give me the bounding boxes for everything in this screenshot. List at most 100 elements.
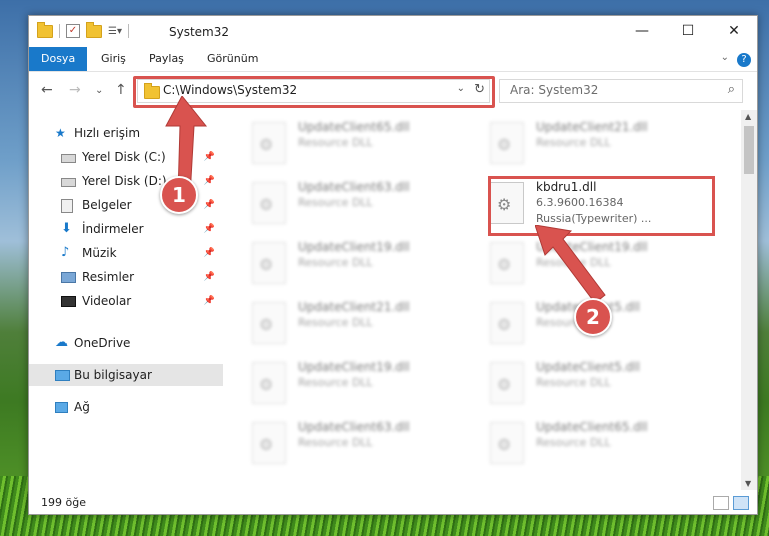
- window-title: System32: [169, 25, 230, 39]
- scroll-down-icon[interactable]: ▼: [745, 479, 751, 488]
- pin-icon[interactable]: 📌: [204, 242, 215, 264]
- file-name: UpdateClient63.dll: [298, 180, 410, 194]
- gear-icon: ⚙: [497, 435, 512, 454]
- sidebar-item-label: Resimler: [82, 270, 135, 284]
- dll-file-icon: ⚙: [490, 302, 524, 344]
- search-icon[interactable]: ⌕: [728, 82, 735, 97]
- sidebar-item-label: Belgeler: [82, 198, 132, 212]
- back-icon[interactable]: ←: [41, 82, 53, 98]
- sidebar-item-label: Yerel Disk (D:): [82, 174, 167, 188]
- search-placeholder: Ara: System32: [510, 83, 599, 97]
- tiles-view-icon[interactable]: [733, 496, 749, 510]
- file-tile[interactable]: ⚙ UpdateClient21.dll Resource DLL: [462, 118, 682, 166]
- sidebar-item-videos[interactable]: Videolar 📌: [29, 290, 223, 312]
- window-controls: — ☐ ✕: [619, 16, 757, 47]
- tab-view[interactable]: Görünüm: [197, 47, 268, 71]
- maximize-button[interactable]: ☐: [665, 16, 711, 47]
- recent-locations-icon[interactable]: ⌄: [95, 85, 103, 96]
- sidebar-item-label: Yerel Disk (C:): [82, 150, 166, 164]
- sidebar-item-label: Müzik: [82, 246, 117, 260]
- file-tile[interactable]: ⚙ UpdateClient5.dll Resource DLL: [462, 358, 682, 406]
- file-name: UpdateClient19.dll: [298, 240, 410, 254]
- download-icon: ⬇: [61, 221, 72, 236]
- file-name: UpdateClient65.dll: [536, 420, 648, 434]
- drive-icon: [61, 178, 76, 187]
- cloud-icon: ☁: [55, 335, 68, 350]
- customize-toolbar-icon[interactable]: ☰▾: [108, 26, 122, 37]
- pin-icon[interactable]: 📌: [204, 290, 215, 312]
- gear-icon: ⚙: [259, 375, 274, 394]
- dll-file-icon: ⚙: [490, 122, 524, 164]
- sidebar-item-label: İndirmeler: [82, 222, 144, 236]
- drive-icon: [61, 154, 76, 163]
- scrollbar-thumb[interactable]: [744, 126, 754, 174]
- scroll-up-icon[interactable]: ▲: [745, 112, 751, 121]
- sidebar-item-label: Bu bilgisayar: [74, 368, 152, 382]
- gear-icon: ⚙: [497, 135, 512, 154]
- dll-file-icon: ⚙: [490, 362, 524, 404]
- tab-file[interactable]: Dosya: [29, 47, 88, 71]
- file-list: ⚙ UpdateClient65.dll Resource DLL ⚙ Upda…: [224, 110, 739, 490]
- help-icon[interactable]: ?: [737, 53, 751, 67]
- file-tile[interactable]: ⚙ UpdateClient65.dll Resource DLL: [462, 418, 682, 466]
- sidebar-item-onedrive[interactable]: ☁ OneDrive: [29, 332, 223, 354]
- search-input[interactable]: Ara: System32 ⌕: [499, 79, 743, 103]
- vertical-scrollbar[interactable]: ▲ ▼: [741, 110, 757, 490]
- star-icon: ★: [55, 126, 66, 140]
- sidebar-item-downloads[interactable]: ⬇ İndirmeler 📌: [29, 218, 223, 240]
- sidebar-item-this-pc[interactable]: Bu bilgisayar: [29, 364, 223, 386]
- sidebar-item-music[interactable]: ♪ Müzik 📌: [29, 242, 223, 264]
- forward-icon[interactable]: →: [69, 82, 81, 98]
- file-type: Resource DLL: [298, 316, 373, 329]
- file-explorer-window: ✓ ☰▾ System32 — ☐ ✕ Dosya Giriş Paylaş G…: [28, 15, 758, 515]
- sidebar-item-label: OneDrive: [74, 336, 131, 350]
- file-type: Resource DLL: [298, 436, 373, 449]
- sidebar-item-label: Hızlı erişim: [74, 126, 141, 140]
- file-name: UpdateClient21.dll: [536, 120, 648, 134]
- dll-file-icon: ⚙: [490, 242, 524, 284]
- file-tile[interactable]: ⚙ UpdateClient63.dll Resource DLL: [224, 418, 444, 466]
- file-type: Resource DLL: [298, 376, 373, 389]
- sidebar-item-pictures[interactable]: Resimler 📌: [29, 266, 223, 288]
- file-type: Resource DLL: [536, 376, 611, 389]
- tab-share[interactable]: Paylaş: [139, 47, 194, 71]
- file-type: Resource DLL: [536, 136, 611, 149]
- sidebar-item-network[interactable]: Ağ: [29, 396, 223, 418]
- dll-file-icon: ⚙: [252, 422, 286, 464]
- file-name: UpdateClient63.dll: [298, 420, 410, 434]
- toolbar-separator: [59, 24, 60, 38]
- tab-home[interactable]: Giriş: [91, 47, 136, 71]
- pin-icon[interactable]: 📌: [204, 266, 215, 288]
- gear-icon: ⚙: [259, 255, 274, 274]
- ribbon-tabs: Dosya Giriş Paylaş Görünüm ⌄ ?: [29, 47, 757, 72]
- file-name: UpdateClient65.dll: [298, 120, 410, 134]
- file-tile[interactable]: ⚙ UpdateClient21.dll Resource DLL: [224, 298, 444, 346]
- file-name: UpdateClient19.dll: [298, 360, 410, 374]
- pin-icon[interactable]: 📌: [204, 218, 215, 240]
- navigation-bar: ← → ⌄ ↑ C:\Windows\System32 ⌄ ↻ Ara: Sys…: [29, 72, 757, 110]
- close-button[interactable]: ✕: [711, 16, 757, 47]
- up-icon[interactable]: ↑: [115, 82, 127, 98]
- gear-icon: ⚙: [497, 315, 512, 334]
- dll-file-icon: ⚙: [252, 302, 286, 344]
- toolbar-separator: [127, 24, 129, 38]
- gear-icon: ⚙: [259, 315, 274, 334]
- sidebar-item-label: Videolar: [82, 294, 132, 308]
- file-type: Resource DLL: [298, 136, 373, 149]
- gear-icon: ⚙: [259, 195, 274, 214]
- file-tile[interactable]: ⚙ UpdateClient19.dll Resource DLL: [224, 358, 444, 406]
- file-tile[interactable]: ⚙ UpdateClient65.dll Resource DLL: [224, 118, 444, 166]
- view-switcher: [713, 496, 749, 510]
- expand-ribbon-icon[interactable]: ⌄: [721, 52, 729, 63]
- properties-icon[interactable]: ✓: [66, 24, 80, 38]
- file-tile[interactable]: ⚙ UpdateClient63.dll Resource DLL: [224, 178, 444, 226]
- folder-icon[interactable]: [37, 21, 53, 38]
- file-tile[interactable]: ⚙ UpdateClient19.dll Resource DLL: [224, 238, 444, 286]
- details-view-icon[interactable]: [713, 496, 729, 510]
- item-count: 199 öğe: [41, 496, 86, 509]
- dll-file-icon: ⚙: [252, 182, 286, 224]
- new-folder-icon[interactable]: [86, 21, 102, 38]
- gear-icon: ⚙: [497, 255, 512, 274]
- dll-file-icon: ⚙: [490, 422, 524, 464]
- minimize-button[interactable]: —: [619, 16, 665, 47]
